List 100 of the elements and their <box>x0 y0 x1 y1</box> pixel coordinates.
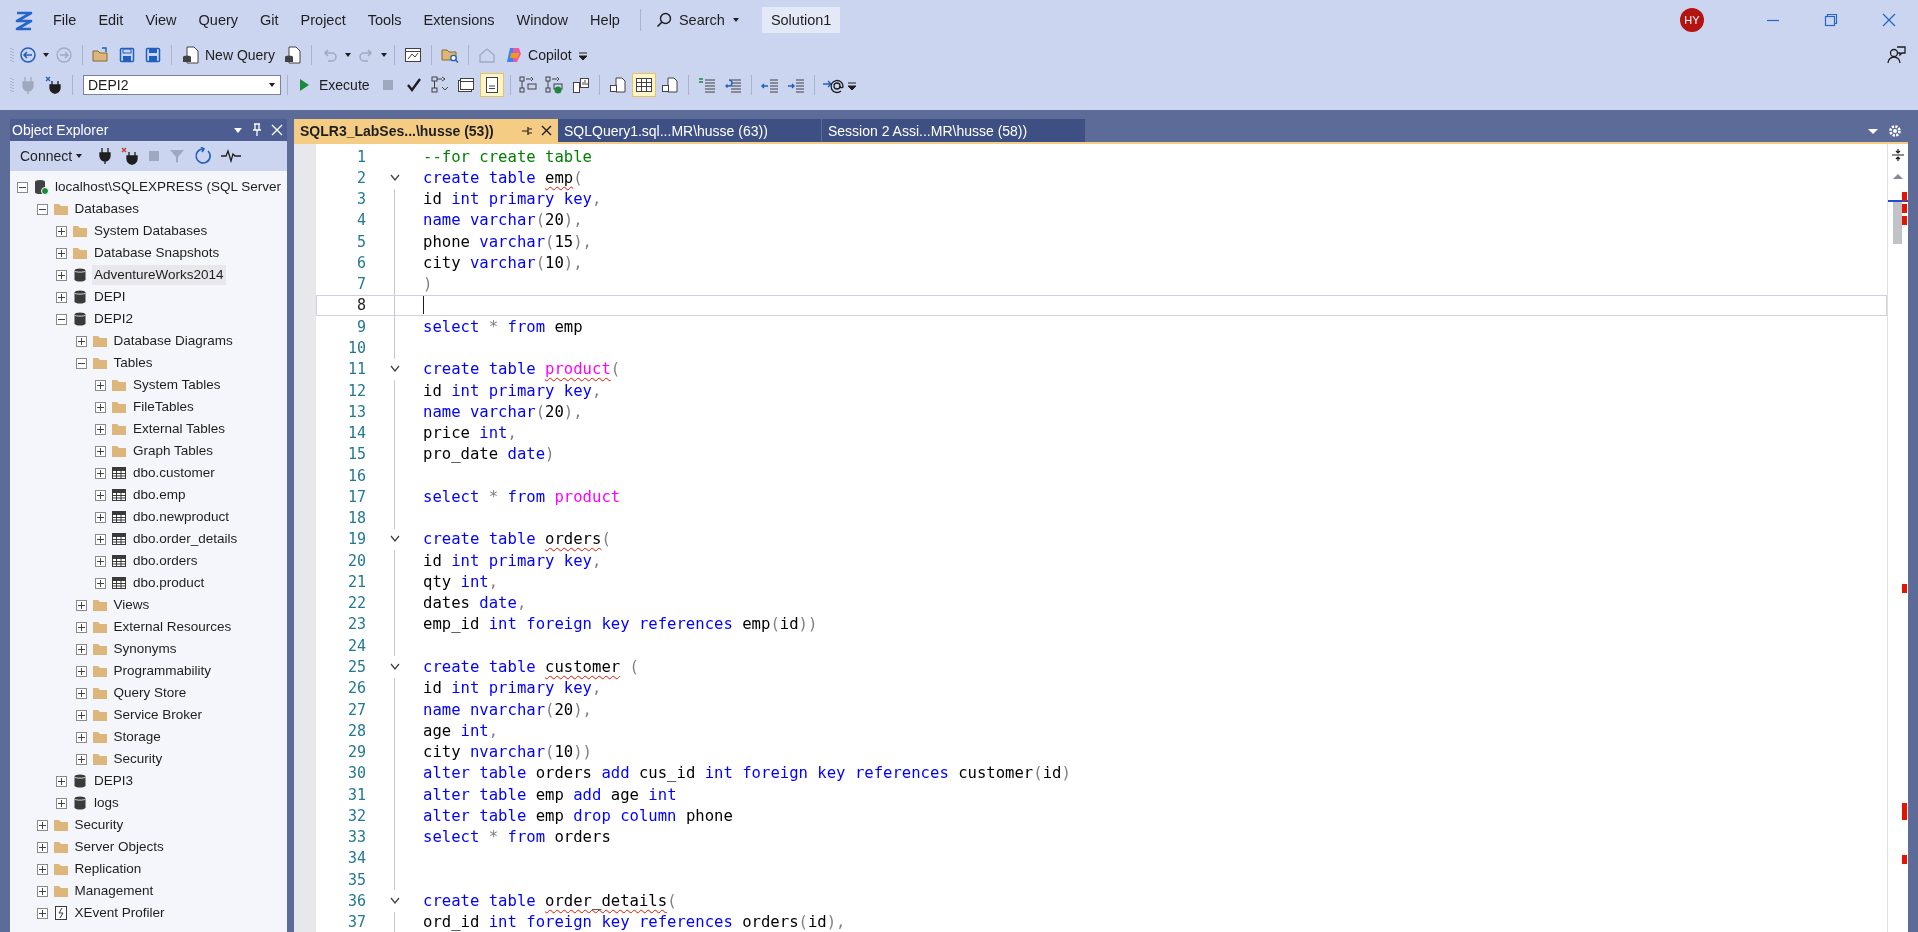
tree-item[interactable]: dbo.orders <box>131 551 200 571</box>
document-tab[interactable]: Session 2 Assi...MR\husse (58)) <box>822 119 1086 142</box>
expand-toggle[interactable] <box>75 753 87 765</box>
new-query-icon[interactable] <box>182 46 200 64</box>
connect-plug-icon[interactable] <box>45 76 63 94</box>
expand-toggle[interactable] <box>95 577 106 589</box>
menu-item[interactable]: Extensions <box>412 9 506 31</box>
expand-toggle[interactable] <box>75 687 87 699</box>
save-all-icon[interactable] <box>145 47 161 63</box>
menu-item[interactable]: Git <box>249 9 290 31</box>
feedback-person-icon[interactable] <box>1886 45 1906 65</box>
tree-item[interactable]: dbo.customer <box>131 463 217 483</box>
tree-item[interactable]: XEvent Profiler <box>72 903 167 923</box>
expand-toggle[interactable] <box>75 335 87 347</box>
expand-toggle[interactable] <box>95 445 106 457</box>
expand-toggle[interactable] <box>75 621 87 633</box>
close-icon[interactable] <box>541 125 552 136</box>
tree-item[interactable]: Management <box>72 881 156 901</box>
tree-item[interactable]: External Tables <box>131 419 228 439</box>
uncomment-lines-icon[interactable] <box>723 76 742 94</box>
expand-toggle[interactable] <box>95 467 106 479</box>
expand-toggle[interactable] <box>75 731 87 743</box>
expand-toggle[interactable] <box>36 841 48 853</box>
expand-toggle[interactable] <box>36 863 48 875</box>
new-query-button[interactable]: New Query <box>178 43 280 67</box>
indent-icon[interactable] <box>786 76 805 94</box>
activity-pulse-icon[interactable] <box>221 149 242 163</box>
expand-toggle[interactable] <box>95 423 106 435</box>
tree-item[interactable]: dbo.newproduct <box>131 507 232 527</box>
menu-item[interactable]: Project <box>289 9 357 31</box>
checkmark-icon[interactable] <box>405 77 422 93</box>
expand-toggle[interactable] <box>95 379 106 391</box>
collapse-toggle[interactable] <box>36 203 48 215</box>
expand-toggle[interactable] <box>75 709 87 721</box>
chart-window-icon[interactable] <box>404 46 423 64</box>
tree-item[interactable]: dbo.emp <box>131 485 188 505</box>
pin-icon[interactable] <box>251 123 263 137</box>
fold-chevron-icon[interactable] <box>389 365 400 374</box>
execute-button[interactable]: Execute <box>294 73 374 97</box>
tree-item[interactable]: localhost\SQLEXPRESS (SQL Server <box>53 177 284 197</box>
split-view-icon[interactable] <box>1891 148 1905 162</box>
tree-item[interactable]: Service Broker <box>111 705 205 725</box>
tree-item[interactable]: Replication <box>72 859 144 879</box>
menu-item[interactable]: Query <box>187 9 250 31</box>
refresh-icon[interactable] <box>194 147 213 165</box>
fold-chevron-icon[interactable] <box>389 896 400 905</box>
tree-item[interactable]: logs <box>92 793 121 813</box>
expand-toggle[interactable] <box>95 533 106 545</box>
bar-meter-icon[interactable] <box>571 76 590 94</box>
tree-item[interactable]: Views <box>111 595 152 615</box>
search-button[interactable]: Search <box>649 10 746 30</box>
fold-chevron-icon[interactable] <box>389 535 400 544</box>
tree-item[interactable]: Programmability <box>111 661 214 681</box>
copilot-icon[interactable] <box>505 46 524 64</box>
open-folder-icon[interactable] <box>92 47 110 63</box>
plug-icon[interactable] <box>98 147 113 165</box>
collapse-toggle[interactable] <box>17 181 28 193</box>
tree-item[interactable]: External Resources <box>111 617 234 637</box>
expand-toggle[interactable] <box>95 511 106 523</box>
tree-item[interactable]: DEPI3 <box>92 771 136 791</box>
tree-item[interactable]: Storage <box>111 727 163 747</box>
tree-item[interactable]: Database Diagrams <box>111 331 235 351</box>
tree-item[interactable]: AdventureWorks2014 <box>92 265 226 285</box>
expand-toggle[interactable] <box>75 599 87 611</box>
tree-item[interactable]: Database Snapshots <box>92 243 222 263</box>
menu-item[interactable]: View <box>134 9 188 31</box>
menu-item[interactable]: File <box>42 9 88 31</box>
folder-search-icon[interactable] <box>441 46 460 64</box>
tree-item[interactable]: DEPI2 <box>92 309 136 329</box>
tree-item[interactable]: Security <box>72 815 126 835</box>
plan-tree-icon[interactable] <box>430 76 449 94</box>
expand-toggle[interactable] <box>95 401 106 413</box>
expand-toggle[interactable] <box>36 907 48 919</box>
disconnect-plug-icon[interactable] <box>121 147 140 165</box>
menu-item[interactable]: Tools <box>356 9 413 31</box>
tree-item[interactable]: System Tables <box>131 375 223 395</box>
expand-toggle[interactable] <box>95 489 106 501</box>
tree-item[interactable]: Graph Tables <box>131 441 216 461</box>
copilot-button[interactable]: Copilot <box>501 43 576 67</box>
outdent-icon[interactable] <box>760 76 779 94</box>
plan-run-icon[interactable] <box>544 76 565 94</box>
user-avatar[interactable]: HY <box>1680 8 1704 32</box>
menu-item[interactable]: Help <box>579 9 631 31</box>
fold-chevron-icon[interactable] <box>389 663 400 671</box>
settings-icon[interactable] <box>1888 123 1902 138</box>
expand-toggle[interactable] <box>56 225 67 237</box>
expand-toggle[interactable] <box>56 269 67 281</box>
expand-toggle[interactable] <box>75 643 87 655</box>
tree-item[interactable]: System Databases <box>92 221 210 241</box>
expand-toggle[interactable] <box>75 665 87 677</box>
expand-toggle[interactable] <box>36 885 48 897</box>
collapse-toggle[interactable] <box>75 357 87 369</box>
tree-item[interactable]: DEPI <box>92 287 128 307</box>
menu-item[interactable]: Edit <box>87 9 135 31</box>
tree-item[interactable]: dbo.product <box>131 573 207 593</box>
save-icon[interactable] <box>119 47 135 63</box>
expand-toggle[interactable] <box>56 291 67 303</box>
tree-item[interactable]: dbo.order_details <box>131 529 240 549</box>
connect-button[interactable]: Connect <box>14 147 90 165</box>
expand-toggle[interactable] <box>56 797 67 809</box>
